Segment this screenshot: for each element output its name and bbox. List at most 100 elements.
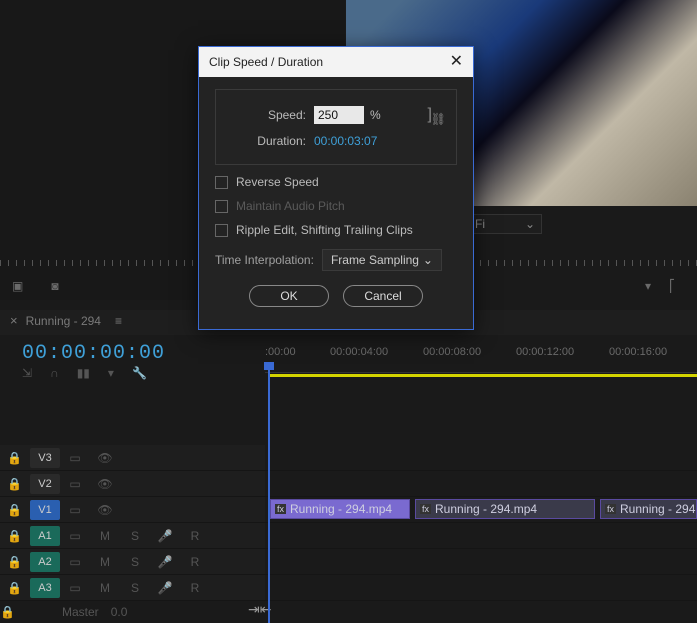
- track-v3[interactable]: 🔒 V3 ▭ 👁: [0, 445, 697, 471]
- track-lane[interactable]: [265, 445, 697, 470]
- lock-icon[interactable]: 🔒: [0, 605, 50, 619]
- time-interpolation-label: Time Interpolation:: [215, 253, 314, 267]
- markers-icon[interactable]: ▮▮: [77, 366, 90, 380]
- mic-icon[interactable]: 🎤: [150, 555, 180, 569]
- link-icon[interactable]: ⛓: [431, 112, 446, 126]
- sync-lock-icon[interactable]: ▭: [60, 451, 90, 465]
- mute-toggle[interactable]: M: [90, 581, 120, 595]
- playhead-line[interactable]: [268, 362, 270, 623]
- camera-icon-2[interactable]: ◙: [51, 279, 58, 293]
- sync-lock-icon[interactable]: ▭: [60, 581, 90, 595]
- track-v1[interactable]: 🔒 V1 ▭ 👁 fx Running - 294.mp4 fx Running -…: [0, 497, 697, 523]
- settings-icon[interactable]: 🔧: [132, 366, 147, 380]
- lock-icon[interactable]: 🔒: [0, 581, 30, 595]
- percent-unit: %: [370, 108, 381, 122]
- clip-label: Running - 294.mp4: [290, 502, 392, 516]
- speed-label: Speed:: [228, 108, 306, 122]
- duration-value[interactable]: 00:00:03:07: [314, 134, 377, 148]
- ruler-label: 00:00:04:00: [330, 346, 388, 358]
- dialog-titlebar[interactable]: Clip Speed / Duration ✕: [199, 47, 473, 77]
- sequence-name: Running - 294: [26, 314, 101, 328]
- eye-icon[interactable]: 👁: [90, 503, 120, 517]
- track-tag[interactable]: V2: [30, 474, 60, 494]
- solo-toggle[interactable]: S: [120, 581, 150, 595]
- marker-add-icon[interactable]: ▾: [108, 366, 114, 380]
- track-lane[interactable]: [265, 575, 697, 600]
- clip-speed-dialog: Clip Speed / Duration ✕ Speed: % Duratio…: [198, 46, 474, 330]
- insert-icon[interactable]: ⇲: [22, 366, 32, 380]
- mute-toggle[interactable]: M: [90, 555, 120, 569]
- fx-badge: fx: [275, 504, 286, 514]
- speed-duration-group: Speed: % Duration: 00:00:03:07 ] ⛓: [215, 89, 457, 165]
- mic-icon[interactable]: 🎤: [150, 529, 180, 543]
- sync-lock-icon[interactable]: ▭: [60, 555, 90, 569]
- clip-label: Running - 294.mp4: [435, 502, 537, 516]
- track-header-area: 🔒 V3 ▭ 👁 🔒 V2 ▭ 👁 🔒 V1 ▭ 👁 fx Running - 2…: [0, 445, 697, 601]
- lock-icon[interactable]: 🔒: [0, 529, 30, 543]
- lock-icon[interactable]: 🔒: [0, 451, 30, 465]
- maintain-pitch-label: Maintain Audio Pitch: [236, 199, 345, 213]
- close-icon[interactable]: ×: [10, 313, 18, 328]
- cancel-button[interactable]: Cancel: [343, 285, 423, 307]
- clip[interactable]: fx Running - 294.mp4: [270, 499, 410, 519]
- checkbox[interactable]: [215, 176, 228, 189]
- playhead-timecode[interactable]: 00:00:00:00: [22, 342, 165, 365]
- track-a1[interactable]: 🔒 A1 ▭ M S 🎤 R: [0, 523, 697, 549]
- mute-toggle[interactable]: M: [90, 529, 120, 543]
- track-tag[interactable]: A3: [30, 578, 60, 598]
- master-track[interactable]: 🔒 Master 0.0: [0, 601, 697, 623]
- solo-toggle[interactable]: S: [120, 529, 150, 543]
- record-icon[interactable]: R: [180, 529, 210, 543]
- sequence-tab[interactable]: × Running - 294 ≡: [10, 313, 123, 328]
- track-lane[interactable]: [265, 471, 697, 496]
- track-tag[interactable]: A2: [30, 552, 60, 572]
- track-v2[interactable]: 🔒 V2 ▭ 👁: [0, 471, 697, 497]
- clip[interactable]: fx Running - 294.mp4: [415, 499, 595, 519]
- master-value[interactable]: 0.0: [111, 605, 128, 619]
- ripple-edit-row[interactable]: Ripple Edit, Shifting Trailing Clips: [215, 223, 457, 237]
- sync-lock-icon[interactable]: ▭: [60, 477, 90, 491]
- zoom-fit-dropdown[interactable]: Fi⌄: [468, 214, 542, 234]
- track-tag[interactable]: A1: [30, 526, 60, 546]
- track-a2[interactable]: 🔒 A2 ▭ M S 🎤 R: [0, 549, 697, 575]
- close-icon[interactable]: ✕: [450, 47, 463, 77]
- checkbox[interactable]: [215, 224, 228, 237]
- checkbox: [215, 200, 228, 213]
- mic-icon[interactable]: 🎤: [150, 581, 180, 595]
- sync-lock-icon[interactable]: ▭: [60, 529, 90, 543]
- snap-icon[interactable]: ∩: [50, 366, 59, 380]
- reverse-speed-row[interactable]: Reverse Speed: [215, 175, 457, 189]
- wrench-icon[interactable]: ⎡: [669, 279, 675, 293]
- track-tag[interactable]: V1: [30, 500, 60, 520]
- eye-icon[interactable]: 👁: [90, 451, 120, 465]
- track-lane[interactable]: fxRunning - 294.mp4 fxRunning - 294.mp4 …: [265, 497, 697, 522]
- solo-toggle[interactable]: S: [120, 555, 150, 569]
- sync-lock-icon[interactable]: ▭: [60, 503, 90, 517]
- track-lane[interactable]: [265, 523, 697, 548]
- panel-menu-icon[interactable]: ≡: [115, 314, 123, 328]
- ok-button[interactable]: OK: [249, 285, 329, 307]
- record-icon[interactable]: R: [180, 555, 210, 569]
- track-tag[interactable]: V3: [30, 448, 60, 468]
- track-a3[interactable]: 🔒 A3 ▭ M S 🎤 R: [0, 575, 697, 601]
- marker-icon[interactable]: ▾: [645, 279, 651, 293]
- camera-icon[interactable]: ▣: [12, 279, 23, 293]
- ruler-label: 00:00:12:00: [516, 346, 574, 358]
- ripple-edit-label: Ripple Edit, Shifting Trailing Clips: [236, 223, 413, 237]
- time-interpolation-value: Frame Sampling: [331, 253, 419, 267]
- dialog-title: Clip Speed / Duration: [209, 47, 323, 77]
- fx-badge: fx: [420, 504, 431, 514]
- lock-icon[interactable]: 🔒: [0, 503, 30, 517]
- time-interpolation-select[interactable]: Frame Sampling ⌄: [322, 249, 442, 271]
- record-icon[interactable]: R: [180, 581, 210, 595]
- work-area-bar[interactable]: [269, 374, 697, 377]
- eye-icon[interactable]: 👁: [90, 477, 120, 491]
- speed-input[interactable]: [314, 106, 364, 124]
- ruler-baseline: [265, 372, 697, 373]
- track-lane[interactable]: [265, 549, 697, 574]
- lock-icon[interactable]: 🔒: [0, 555, 30, 569]
- clip[interactable]: fxRunning - 294.mp4: [600, 499, 697, 519]
- lock-icon[interactable]: 🔒: [0, 477, 30, 491]
- link-bracket-icon: ]: [428, 106, 430, 124]
- reverse-speed-label: Reverse Speed: [236, 175, 319, 189]
